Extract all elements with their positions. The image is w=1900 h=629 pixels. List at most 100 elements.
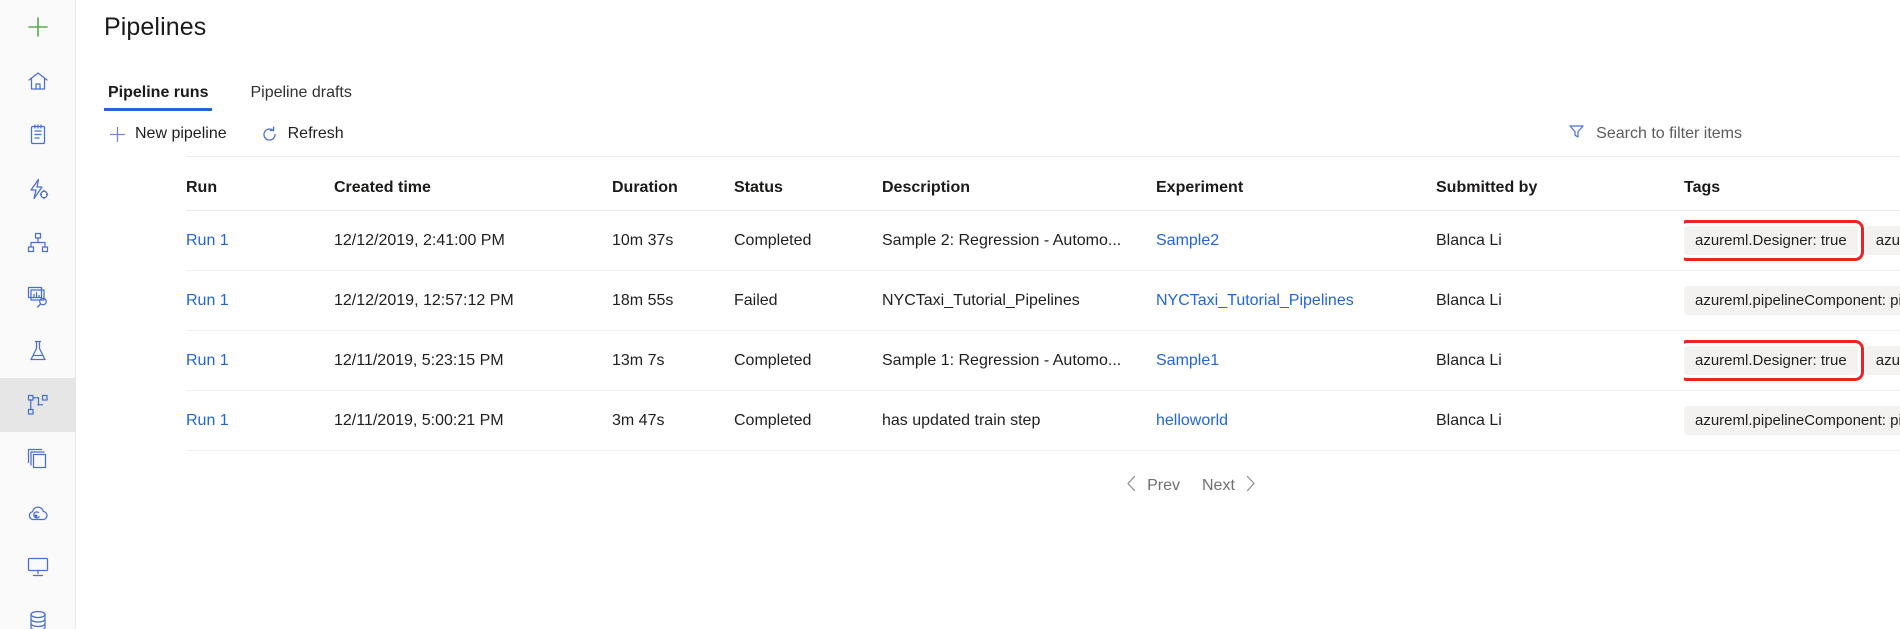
cell-description: Sample 2: Regression - Automo...: [882, 211, 1156, 271]
cell-experiment[interactable]: Sample1: [1156, 331, 1436, 391]
cell-submitted-by: Blanca Li: [1436, 211, 1684, 271]
cell-duration: 3m 47s: [612, 391, 734, 451]
tag-list: azureml.pipelineComponent: pi...: [1684, 286, 1900, 315]
automated-ml-button[interactable]: [0, 162, 76, 216]
search-filter-button[interactable]: Search to filter items: [1568, 123, 1872, 145]
compute-button[interactable]: [0, 540, 76, 594]
tab-pipeline-drafts[interactable]: Pipeline drafts: [246, 84, 355, 111]
tag-overflow-chip[interactable]: azure...: [1865, 346, 1900, 375]
filter-icon: [1568, 123, 1585, 145]
column-header-created-time[interactable]: Created time: [334, 157, 612, 211]
column-header-tags[interactable]: Tags: [1684, 157, 1900, 211]
cell-run-link[interactable]: Run 1: [186, 352, 229, 369]
rail-group: [0, 540, 75, 629]
cell-run-link[interactable]: Run 1: [186, 412, 229, 429]
prev-page-label: Prev: [1147, 477, 1180, 495]
tag-chip[interactable]: azureml.Designer: true: [1684, 346, 1858, 375]
cell-created-time: 12/11/2019, 5:23:15 PM: [334, 331, 612, 391]
cell-experiment-link[interactable]: Sample1: [1156, 352, 1219, 369]
cell-run[interactable]: Run 1: [186, 271, 334, 331]
cell-status: Completed: [734, 331, 882, 391]
cell-description: NYCTaxi_Tutorial_Pipelines: [882, 271, 1156, 331]
cell-experiment[interactable]: Sample2: [1156, 211, 1436, 271]
cell-experiment-link[interactable]: Sample2: [1156, 232, 1219, 249]
column-header-description[interactable]: Description: [882, 157, 1156, 211]
table-row[interactable]: Run 1 12/12/2019, 12:57:12 PM18m 55sFaile…: [186, 271, 1900, 331]
cell-duration: 13m 7s: [612, 331, 734, 391]
cell-experiment-link[interactable]: helloworld: [1156, 412, 1228, 429]
tag-chip[interactable]: azureml.pipelineComponent: pi...: [1684, 286, 1900, 315]
cell-tags: azureml.Designer: trueazure...: [1684, 331, 1900, 391]
cell-created-time: 12/11/2019, 5:00:21 PM: [334, 391, 612, 451]
column-header-duration[interactable]: Duration: [612, 157, 734, 211]
models-icon: [26, 447, 50, 471]
table-row[interactable]: Run 112/11/2019, 5:00:21 PM3m 47sComplet…: [186, 391, 1900, 451]
column-header-submitted-by[interactable]: Submitted by: [1436, 157, 1684, 211]
tab-pipeline-runs[interactable]: Pipeline runs: [104, 84, 212, 111]
notebooks-button[interactable]: [0, 108, 76, 162]
tag-list: azureml.pipelineComponent: pi...: [1684, 406, 1900, 435]
datastores-button[interactable]: [0, 594, 76, 629]
plus-icon: [108, 125, 126, 143]
models-button[interactable]: [0, 432, 76, 486]
cell-experiment-link[interactable]: NYCTaxi_Tutorial_Pipelines: [1156, 292, 1354, 309]
pipelines-icon: [26, 393, 50, 417]
create-new-button[interactable]: [0, 0, 76, 54]
tag-chip[interactable]: azureml.Designer: true: [1684, 226, 1858, 255]
home-icon: [26, 69, 50, 93]
tag-overflow-chip[interactable]: azure...: [1865, 226, 1900, 255]
cell-duration: 10m 37s: [612, 211, 734, 271]
cell-description: Sample 1: Regression - Automo...: [882, 331, 1156, 391]
column-header-status[interactable]: Status: [734, 157, 882, 211]
tag-chip[interactable]: azureml.pipelineComponent: pi...: [1684, 406, 1900, 435]
designer-button[interactable]: [0, 216, 76, 270]
cell-run[interactable]: Run 1: [186, 331, 334, 391]
cell-run-link[interactable]: Run 1: [186, 232, 229, 249]
datasets-button[interactable]: [0, 270, 76, 324]
tag-list: azureml.Designer: trueazure...: [1684, 346, 1900, 375]
chevron-right-icon: [1245, 475, 1256, 497]
notebooks-icon: [26, 123, 50, 147]
cell-experiment[interactable]: NYCTaxi_Tutorial_Pipelines: [1156, 271, 1436, 331]
endpoints-button[interactable]: [0, 486, 76, 540]
new-pipeline-button[interactable]: New pipeline: [104, 121, 231, 147]
rail-group: [0, 108, 75, 270]
cell-run-link[interactable]: Run 1: [186, 292, 229, 309]
cell-experiment[interactable]: helloworld: [1156, 391, 1436, 451]
cell-tags: azureml.pipelineComponent: pi...: [1684, 271, 1900, 331]
column-header-run[interactable]: Run: [186, 157, 334, 211]
refresh-button[interactable]: Refresh: [257, 121, 348, 147]
cell-run[interactable]: Run 1: [186, 211, 334, 271]
pipelines-page: Pipelines Pipeline runs Pipeline drafts …: [0, 0, 1900, 629]
table-header-row: Run Created time Duration Status Descrip…: [186, 157, 1900, 211]
table-body: Run 112/12/2019, 2:41:00 PM10m 37sComple…: [186, 211, 1900, 451]
main-content: Pipelines Pipeline runs Pipeline drafts …: [76, 0, 1900, 629]
new-pipeline-label: New pipeline: [135, 125, 227, 143]
prev-page-button[interactable]: Prev: [1120, 471, 1186, 501]
rail-group: [0, 0, 75, 108]
refresh-icon: [261, 125, 279, 143]
cell-duration: 18m 55s: [612, 271, 734, 331]
cell-created-time: 12/12/2019, 12:57:12 PM: [334, 271, 612, 331]
pipeline-runs-table: Run Created time Duration Status Descrip…: [186, 157, 1900, 451]
table-row[interactable]: Run 1 12/11/2019, 5:23:15 PM13m 7sComplet…: [186, 331, 1900, 391]
table-row[interactable]: Run 112/12/2019, 2:41:00 PM10m 37sComple…: [186, 211, 1900, 271]
cell-status: Failed: [734, 271, 882, 331]
experiments-icon: [26, 339, 50, 363]
experiments-button[interactable]: [0, 324, 76, 378]
cell-run[interactable]: Run 1: [186, 391, 334, 451]
cell-status: Completed: [734, 211, 882, 271]
column-header-experiment[interactable]: Experiment: [1156, 157, 1436, 211]
cell-tags: azureml.pipelineComponent: pi...: [1684, 391, 1900, 451]
toolbar-divider: [186, 156, 1900, 157]
cell-tags: azureml.Designer: trueazure...: [1684, 211, 1900, 271]
command-toolbar: New pipeline Refresh Search to filte: [76, 111, 1900, 157]
page-title: Pipelines: [76, 0, 1900, 42]
datastores-icon: [26, 609, 50, 629]
cell-submitted-by: Blanca Li: [1436, 391, 1684, 451]
automated-ml-icon: [26, 177, 50, 201]
pipelines-button[interactable]: [0, 378, 76, 432]
cell-submitted-by: Blanca Li: [1436, 331, 1684, 391]
next-page-button[interactable]: Next: [1196, 471, 1262, 501]
home-button[interactable]: [0, 54, 76, 108]
